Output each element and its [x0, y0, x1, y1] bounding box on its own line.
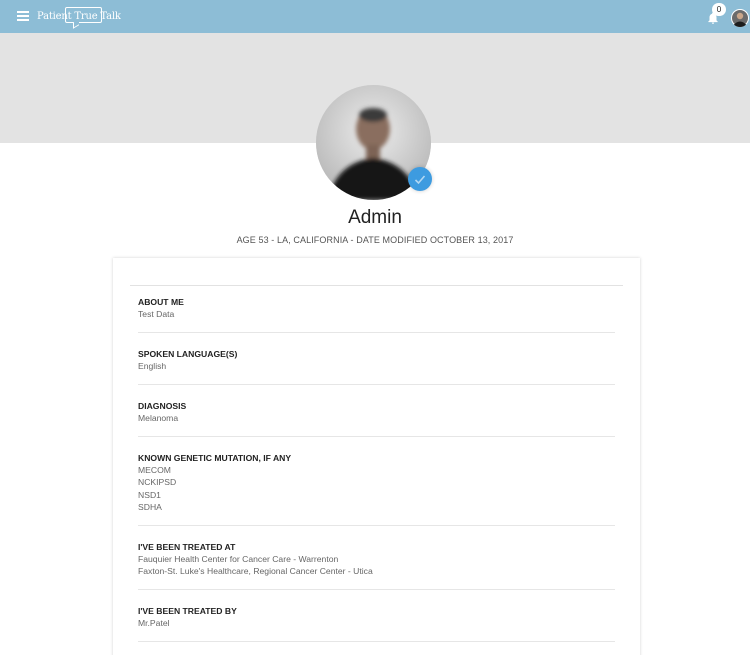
section-value: Faxton-St. Luke's Healthcare, Regional C… [138, 566, 373, 577]
section-value: NCKIPSD [138, 477, 177, 488]
section-genetic-mutation: KNOWN GENETIC MUTATION, IF ANY MECOM NCK… [138, 452, 615, 513]
section-value: Mr.Patel [138, 618, 170, 628]
section-divider [138, 641, 615, 642]
section-about-me: ABOUT ME Test Data [138, 296, 615, 320]
user-avatar[interactable] [731, 9, 749, 27]
section-divider [138, 436, 615, 437]
section-title: SPOKEN LANGUAGE(S) [138, 349, 238, 359]
section-title: I'VE BEEN TREATED BY [138, 606, 237, 616]
section-divider [138, 332, 615, 333]
profile-meta: AGE 53 - LA, CALIFORNIA - DATE MODIFIED … [236, 235, 514, 245]
section-value: Fauquier Health Center for Cancer Care -… [138, 554, 339, 564]
section-value: English [138, 361, 167, 371]
section-divider [138, 384, 615, 385]
section-title: DIAGNOSIS [138, 401, 187, 411]
section-divider [138, 589, 615, 590]
section-title: ABOUT ME [138, 297, 184, 307]
section-value: NSD1 [138, 489, 161, 500]
card-header-divider [130, 285, 623, 286]
section-treated-at: I'VE BEEN TREATED AT Fauquier Health Cen… [138, 541, 615, 578]
section-treated-by: I'VE BEEN TREATED BY Mr.Patel [138, 605, 615, 629]
section-title: KNOWN GENETIC MUTATION, IF ANY [138, 453, 292, 463]
notification-count-badge: 0 [712, 3, 726, 16]
profile-name: Admin [348, 207, 402, 228]
logo-text: Patient True Talk [37, 11, 121, 22]
edit-badge-icon[interactable] [408, 167, 432, 191]
section-value: Test Data [138, 309, 175, 319]
section-value: MECOM [138, 465, 171, 475]
section-divider [138, 525, 615, 526]
profile-details-card: ABOUT ME Test Data SPOKEN LANGUAGE(S) En… [113, 258, 640, 655]
section-spoken-languages: SPOKEN LANGUAGE(S) English [138, 348, 615, 372]
section-value: SDHA [138, 501, 162, 512]
section-diagnosis: DIAGNOSIS Melanoma [138, 400, 615, 424]
menu-icon[interactable] [17, 11, 29, 21]
section-title: I'VE BEEN TREATED AT [138, 542, 236, 552]
section-value: Melanoma [138, 413, 179, 423]
top-app-bar: Patient True Talk 0 [0, 0, 750, 33]
